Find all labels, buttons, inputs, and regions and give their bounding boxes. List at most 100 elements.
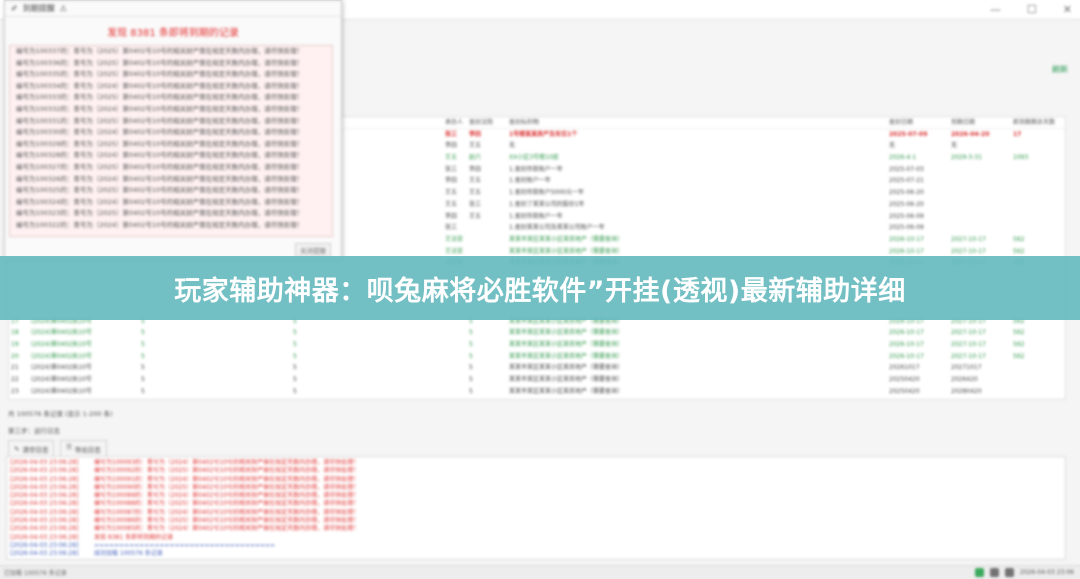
cell-exp: 2026420: [951, 376, 978, 384]
cell-cat: 李四: [469, 165, 482, 173]
cell-owner: [445, 327, 469, 339]
log-message: 编号为100090的：青号为（2025）第0402号10号的相关财产需在规定天数…: [94, 483, 360, 491]
header-court[interactable]: 查封法院: [469, 117, 509, 128]
cell-owner: 张三: [445, 165, 458, 173]
cell-exp: 20280420: [951, 387, 982, 395]
header-owner[interactable]: 承办人: [445, 117, 469, 128]
app-tray-icon[interactable]: [974, 568, 984, 577]
table-row[interactable]: 21 (2024)第0402执10号 5 5 5 某某市某区某某小区某房地产（需要查询） 2…: [9, 362, 1065, 374]
cell-exp: 2027-10-17: [951, 329, 986, 337]
status-bar: 已加载 100576 条记录: [0, 565, 1080, 579]
cell-pos: XX小区3号楼10层: [509, 154, 559, 162]
alert-list[interactable]: 编号为100337的：青号为（2025）第0402号10号的相关财产需在规定天数…: [9, 45, 333, 237]
alert-line: 编号为100331的：青号为（2025）第0402号10号的相关财产需在规定天数…: [16, 116, 304, 125]
alert-line: 编号为100333的：青号为（2025）第0402号10号的相关财产需在规定天数…: [16, 93, 304, 102]
broom-icon: ✎: [14, 444, 20, 453]
table-row[interactable]: 18 (2024)第0402执10号 5 5 5 某某市某区某某小区某房地产（需要查询） 2…: [9, 327, 1065, 339]
cell-owner: 王五: [445, 189, 458, 197]
volume-icon[interactable]: [1004, 568, 1014, 577]
alert-line: 编号为100323的：青号为（2025）第0402号10号的相关财产需在规定天数…: [16, 209, 304, 218]
cell-cat: 5: [469, 364, 473, 372]
cell-b: 5: [293, 398, 445, 400]
cell-no: (2024)第0402执10号: [31, 376, 92, 384]
cell-pos: 1.查封了某某公司的股份1年: [509, 200, 585, 208]
cell-exp: [951, 187, 1013, 199]
record-count: 共 100576 条记录 (显示 1-200 条): [8, 410, 113, 418]
log-message: 编号为100089的：青号为（2024）第0402号10号的相关财产需在规定天数…: [94, 492, 360, 500]
cell-pos: 1号楼某某房产及车位1个: [509, 130, 578, 138]
header-reg-date[interactable]: 查封日期: [889, 117, 951, 128]
cell-cat: 5: [469, 352, 473, 360]
network-icon[interactable]: [989, 568, 999, 577]
alert-line: 编号为100325的：青号为（2025）第0402号10号的相关财产需在规定天数…: [16, 186, 304, 195]
log-line: [2026-04-03 23:06:28] 编号为100090的：青号为（2025…: [10, 484, 1062, 492]
table-row[interactable]: 23 (2024)第0402执10号 5 5 5 某某市某区某某小区某房地产（需要查询） 2…: [9, 386, 1065, 398]
alert-line: 编号为100326的：青号为（2024）第0402号10号的相关财产需在规定天数…: [16, 174, 304, 183]
log-message: 发现 8381 条即将到期的记录: [94, 533, 174, 541]
cell-owner: [445, 362, 469, 374]
alert-line: 编号为100335的：青号为（2025）第0402号10号的相关财产需在规定天数…: [16, 70, 304, 79]
log-timestamp: [2026-04-03 23:06:28]: [10, 467, 79, 475]
export-log-button[interactable]: 🗎 导出日志: [60, 440, 107, 457]
cell-cat: 5: [469, 329, 473, 337]
cell-exp: [951, 199, 1013, 211]
cell-cat: 王五: [469, 142, 482, 150]
cell-pos: 某某市某区某某小区某房地产（需要查询）: [509, 235, 624, 243]
log-line: [2026-04-03 23:06:28] 编号为100087的：青号为（2024…: [10, 509, 1062, 517]
alert-line: 编号为100336的：青号为（2025）第0402号10号的相关财产需在规定天数…: [16, 58, 304, 67]
cell-exp: 2029-3-31: [951, 154, 983, 162]
cell-reg: 2025-07-09: [889, 130, 928, 138]
cell-idx: 22: [11, 376, 19, 384]
maximize-button[interactable]: ☐: [1027, 3, 1037, 16]
log-timestamp: [2026-04-03 23:06:28]: [10, 533, 79, 541]
table-row[interactable]: 24(2024)第0402执10号555某某市某区某某小区某房地产（需要查询）2…: [9, 398, 1065, 400]
cell-reg: 2026-10-17: [889, 235, 924, 243]
cell-pos: 1.查封存款账户一年: [509, 212, 563, 220]
cell-owner: 张三: [445, 224, 458, 232]
cell-days: 562: [1013, 235, 1025, 243]
cell-no: (2024)第0402执10号: [31, 398, 141, 400]
cell-reg: 2026-10-17: [889, 329, 924, 337]
table-row[interactable]: 20 (2024)第0402执10号 5 5 5 某某市某区某某小区某房地产（需要查询） 2…: [9, 351, 1065, 363]
log-message: 编号为100087的：青号为（2024）第0402号10号的相关财产需在规定天数…: [94, 508, 360, 516]
close-button[interactable]: ✕: [1063, 3, 1072, 16]
cell-pos: 某某市某区某某小区某房地产（需要查询）: [509, 329, 624, 337]
log-message: ====================================: [94, 541, 275, 549]
cell-exp: 2027-10-17: [951, 341, 986, 349]
cell-a: 5: [141, 387, 145, 395]
cell-b: 5: [293, 341, 297, 349]
cell-days: [1013, 187, 1063, 199]
cell-cat: 5: [469, 398, 509, 400]
header-exp-date[interactable]: 到期日期: [951, 117, 1013, 128]
cell-pos: 某某市某区某某小区某房地产（需要查询）: [509, 341, 624, 349]
minimize-button[interactable]: —: [990, 3, 1001, 16]
cell-no: (2024)第0402执10号: [31, 364, 92, 372]
banner-title: 玩家辅助神器：呗兔麻将必胜软件”开挂(透视)最新辅助详细: [174, 275, 906, 307]
cell-days: [1013, 140, 1063, 152]
cell-reg: 2026-4-1: [889, 154, 917, 162]
cell-pos: 1.查封某某公司及某某公司账户一年: [509, 224, 605, 232]
log-timestamp: [2026-04-03 23:06:28]: [10, 492, 79, 500]
cell-cat: 王五: [469, 189, 482, 197]
table-row[interactable]: 19 (2024)第0402执10号 5 5 5 某某市某区某某小区某房地产（需要查询） 2…: [9, 339, 1065, 351]
header-target[interactable]: 查封标的物: [509, 117, 889, 128]
table-row[interactable]: 22 (2024)第0402执10号 5 5 5 某某市某区某某小区某房地产（需要查询） 2…: [9, 374, 1065, 386]
header-days-left[interactable]: 距到期剩余天数: [1013, 117, 1063, 128]
cell-owner: [445, 351, 469, 363]
log-output[interactable]: [2026-04-03 23:06:28] 编号为100093的：青号为（2024…: [6, 456, 1066, 560]
close-alert-button[interactable]: 关闭提醒: [295, 243, 331, 257]
warning-icon: ⚠: [59, 4, 67, 13]
cell-owner: [445, 398, 469, 400]
cell-owner: 李四: [445, 177, 458, 185]
cell-reg: 2025-06-09: [889, 224, 924, 232]
cell-exp: 20271017: [951, 364, 982, 372]
refresh-tag[interactable]: 刷新: [1052, 64, 1068, 75]
cell-cat: 5: [469, 376, 473, 384]
cell-cat: [469, 222, 509, 234]
cell-a: 5: [141, 352, 145, 360]
cell-reg: 20250420: [889, 387, 920, 395]
cell-reg: 2025-06-09: [889, 212, 924, 220]
clear-log-button[interactable]: ✎ 清空日志: [8, 440, 55, 457]
cell-owner: 李四: [445, 212, 458, 220]
dialog-title-bar: ✐ 到期提醒 ⚠: [5, 1, 341, 17]
